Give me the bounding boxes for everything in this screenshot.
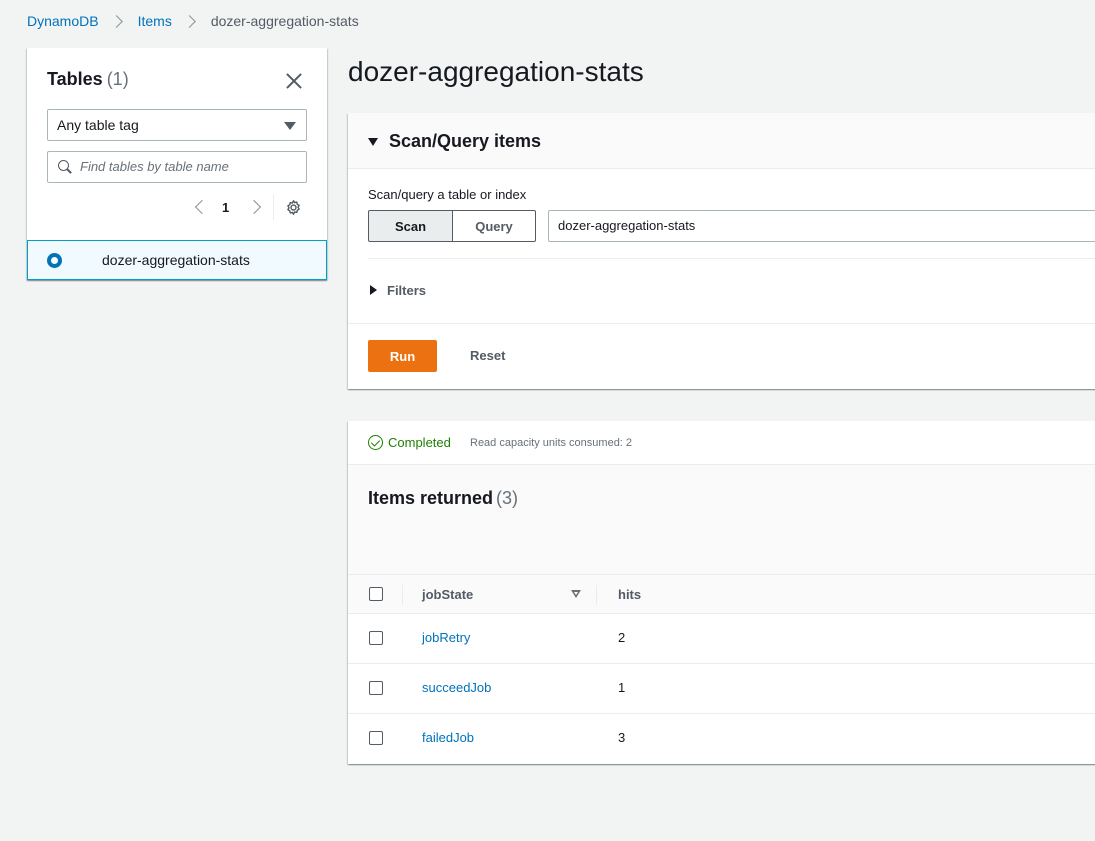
items-returned-label: Items returned — [368, 488, 494, 508]
tables-panel-title: Tables — [47, 69, 103, 89]
results-panel: Completed Read capacity units consumed: … — [348, 421, 1095, 764]
pagination: 1 — [193, 194, 311, 220]
column-divider — [402, 585, 403, 605]
jobstate-link[interactable]: jobRetry — [422, 630, 470, 645]
status-text: Completed — [388, 435, 451, 450]
scan-query-label: Scan/query a table or index — [368, 187, 527, 202]
breadcrumb-link-items[interactable]: Items — [138, 13, 172, 29]
breadcrumb-current: dozer-aggregation-stats — [210, 13, 359, 29]
select-all-checkbox[interactable] — [369, 587, 383, 601]
jobstate-link[interactable]: succeedJob — [422, 680, 491, 695]
scan-query-title: Scan/Query items — [389, 131, 542, 151]
table-search-input[interactable] — [80, 159, 300, 174]
page-number[interactable]: 1 — [222, 200, 229, 215]
gear-icon[interactable] — [285, 199, 302, 216]
column-divider — [596, 585, 597, 605]
items-returned-title: Items returned (3) — [368, 488, 518, 509]
run-button[interactable]: Run — [368, 340, 437, 372]
tables-count: (1) — [106, 69, 129, 89]
chevron-left-icon[interactable] — [194, 199, 210, 215]
tables-panel-header: Tables (1) — [47, 69, 129, 90]
close-icon[interactable] — [285, 72, 303, 90]
check-circle-icon — [368, 435, 383, 450]
caret-right-icon — [370, 285, 377, 295]
divider — [348, 323, 1095, 324]
column-header-hits[interactable]: hits — [618, 587, 641, 602]
capacity-consumed: Read capacity units consumed: 2 — [470, 437, 633, 449]
table-name-label: dozer-aggregation-stats — [102, 252, 250, 268]
page-title: dozer-aggregation-stats — [348, 56, 644, 87]
scan-query-header[interactable]: Scan/Query items — [348, 113, 1095, 169]
filters-expander[interactable]: Filters — [387, 283, 426, 298]
table-tag-select[interactable]: Any table tag — [47, 109, 307, 141]
chevron-right-icon[interactable] — [246, 199, 262, 215]
caret-down-icon — [284, 122, 296, 130]
scan-query-panel: Scan/Query items Scan/query a table or i… — [348, 113, 1095, 389]
column-header-jobstate[interactable]: jobState — [422, 587, 473, 602]
scan-button[interactable]: Scan — [368, 210, 453, 242]
sort-descending-icon[interactable] — [571, 590, 581, 598]
tables-panel: Tables(1) Any table tag 1 dozer-aggregat… — [27, 48, 327, 280]
table-tag-select-value: Any table tag — [57, 117, 139, 133]
scan-query-toggle: Scan Query — [368, 210, 536, 242]
search-icon — [58, 160, 72, 174]
chevron-right-icon — [109, 14, 123, 28]
row-checkbox[interactable] — [369, 681, 383, 695]
table-row: jobRetry 2 — [348, 614, 1095, 664]
divider — [273, 194, 274, 220]
caret-down-icon — [368, 138, 378, 146]
status-bar: Completed Read capacity units consumed: … — [348, 421, 1095, 465]
divider — [368, 258, 1095, 259]
table-list-item[interactable]: dozer-aggregation-stats — [27, 240, 327, 280]
radio-selected-icon[interactable] — [47, 253, 62, 268]
items-returned-header: Items returned (3) — [348, 465, 1095, 574]
reset-button[interactable]: Reset — [470, 348, 505, 363]
table-or-index-select[interactable]: dozer-aggregation-stats — [548, 210, 1095, 242]
items-count: (3) — [496, 488, 519, 508]
hits-value: 3 — [618, 730, 626, 745]
breadcrumb: DynamoDB Items dozer-aggregation-stats — [27, 13, 359, 29]
table-row: failedJob 3 — [348, 714, 1095, 764]
table-row: succeedJob 1 — [348, 664, 1095, 714]
row-checkbox[interactable] — [369, 731, 383, 745]
query-button[interactable]: Query — [453, 210, 536, 242]
hits-value: 2 — [618, 630, 626, 645]
table-header: jobState hits — [348, 574, 1095, 614]
chevron-right-icon — [182, 14, 196, 28]
breadcrumb-link-dynamodb[interactable]: DynamoDB — [27, 13, 99, 29]
hits-value: 1 — [618, 680, 626, 695]
table-search-field[interactable] — [47, 151, 307, 183]
row-checkbox[interactable] — [369, 631, 383, 645]
jobstate-link[interactable]: failedJob — [422, 730, 474, 745]
